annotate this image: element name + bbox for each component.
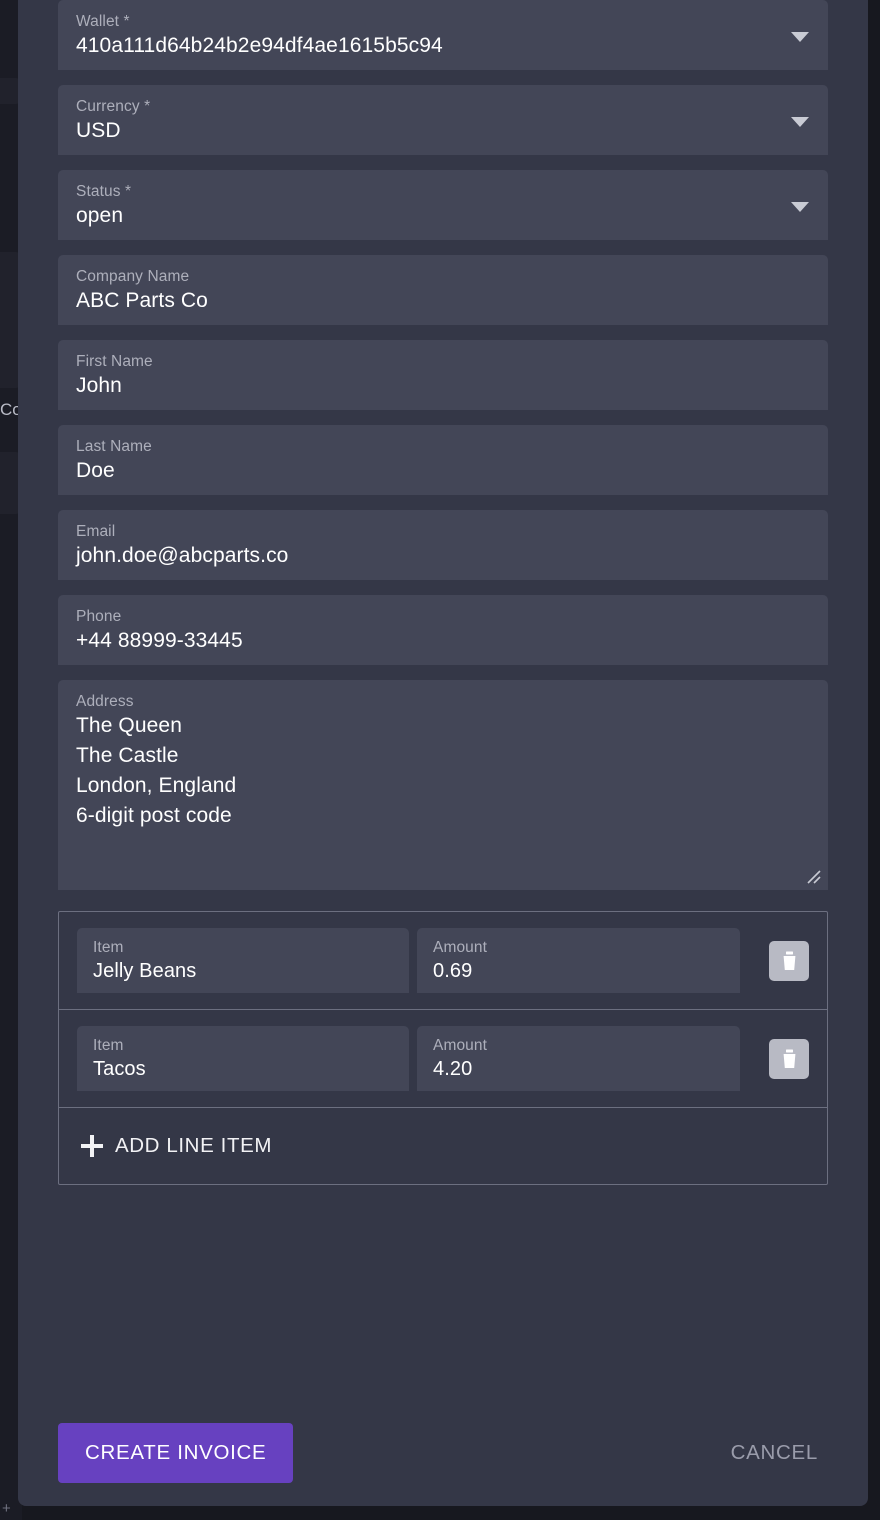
screen: Co + Wallet * 410a111d64b24b2e94df4ae161… <box>0 0 880 1520</box>
delete-line-item-button[interactable] <box>769 1038 809 1079</box>
trash-icon <box>783 951 795 970</box>
email-field[interactable]: Email john.doe@abcparts.co <box>58 510 828 580</box>
resize-grip-icon[interactable] <box>804 867 822 885</box>
plus-icon <box>81 1135 103 1157</box>
background-card <box>0 452 20 514</box>
currency-select[interactable]: Currency * USD <box>58 85 828 155</box>
wallet-value: 410a111d64b24b2e94df4ae1615b5c94 <box>76 34 443 57</box>
address-value: The Queen The Castle London, England 6-d… <box>76 714 237 827</box>
chevron-down-icon[interactable] <box>791 202 809 212</box>
phone-value: +44 88999-33445 <box>76 629 243 652</box>
line-item-name-field[interactable]: Item Jelly Beans <box>77 928 409 993</box>
status-value: open <box>76 204 124 227</box>
wallet-label: Wallet * <box>76 13 130 30</box>
chevron-down-icon[interactable] <box>791 117 809 127</box>
status-select[interactable]: Status * open <box>58 170 828 240</box>
status-label: Status * <box>76 183 132 200</box>
trash-icon <box>783 1049 795 1068</box>
line-item-row: Item Tacos Amount 4.20 <box>59 1010 827 1108</box>
line-items-container: Item Jelly Beans Amount 0.69 Item Tacos … <box>58 911 828 1185</box>
line-item-name-value: Jelly Beans <box>93 960 197 982</box>
delete-line-item-button[interactable] <box>769 940 809 981</box>
last-name-label: Last Name <box>76 438 152 455</box>
line-item-name-field[interactable]: Item Tacos <box>77 1026 409 1091</box>
phone-label: Phone <box>76 608 122 625</box>
create-invoice-dialog: Wallet * 410a111d64b24b2e94df4ae1615b5c9… <box>18 0 868 1506</box>
background-clipped-text: Co <box>0 400 20 419</box>
line-item-name-label: Item <box>93 939 124 956</box>
email-label: Email <box>76 523 116 540</box>
phone-field[interactable]: Phone +44 88999-33445 <box>58 595 828 665</box>
wallet-select[interactable]: Wallet * 410a111d64b24b2e94df4ae1615b5c9… <box>58 0 828 70</box>
company-name-field[interactable]: Company Name ABC Parts Co <box>58 255 828 325</box>
line-item-amount-field[interactable]: Amount 4.20 <box>417 1026 740 1091</box>
add-line-item-label: ADD LINE ITEM <box>115 1134 273 1157</box>
email-value: john.doe@abcparts.co <box>76 544 289 567</box>
company-name-value: ABC Parts Co <box>76 289 208 312</box>
company-name-label: Company Name <box>76 268 190 285</box>
create-invoice-button[interactable]: CREATE INVOICE <box>58 1423 294 1483</box>
last-name-value: Doe <box>76 459 115 482</box>
line-item-name-label: Item <box>93 1037 124 1054</box>
line-item-amount-label: Amount <box>433 1037 488 1054</box>
dialog-scroll-body[interactable]: Wallet * 410a111d64b24b2e94df4ae1615b5c9… <box>18 0 868 1400</box>
line-item-row: Item Jelly Beans Amount 0.69 <box>59 912 827 1010</box>
background-plus-icon: + <box>2 1500 11 1517</box>
currency-value: USD <box>76 119 121 142</box>
currency-label: Currency * <box>76 98 151 115</box>
first-name-value: John <box>76 374 122 397</box>
background-card <box>0 252 20 388</box>
first-name-label: First Name <box>76 353 153 370</box>
line-item-amount-label: Amount <box>433 939 488 956</box>
cancel-button[interactable]: CANCEL <box>721 1427 828 1479</box>
dialog-footer: CREATE INVOICE CANCEL <box>18 1422 868 1484</box>
chevron-down-icon[interactable] <box>791 32 809 42</box>
add-line-item-button[interactable]: ADD LINE ITEM <box>59 1108 827 1184</box>
background-card <box>0 78 20 104</box>
first-name-field[interactable]: First Name John <box>58 340 828 410</box>
line-item-amount-value: 4.20 <box>433 1058 473 1080</box>
address-label: Address <box>76 693 134 710</box>
address-field[interactable]: Address The Queen The Castle London, Eng… <box>58 680 828 890</box>
line-item-amount-value: 0.69 <box>433 960 473 982</box>
line-item-name-value: Tacos <box>93 1058 146 1080</box>
last-name-field[interactable]: Last Name Doe <box>58 425 828 495</box>
line-item-amount-field[interactable]: Amount 0.69 <box>417 928 740 993</box>
